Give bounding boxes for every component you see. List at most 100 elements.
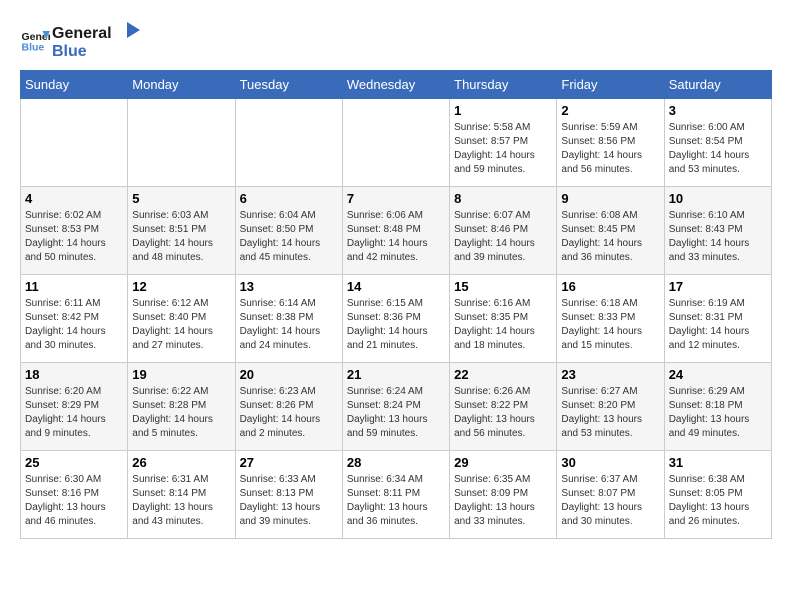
day-number: 21 bbox=[347, 367, 445, 382]
week-row-4: 18Sunrise: 6:20 AM Sunset: 8:29 PM Dayli… bbox=[21, 363, 772, 451]
calendar-cell: 7 Sunrise: 6:06 AM Sunset: 8:48 PM Daylig… bbox=[342, 187, 449, 275]
svg-text:Blue: Blue bbox=[52, 43, 87, 60]
calendar-cell: 28Sunrise: 6:34 AM Sunset: 8:11 PM Dayli… bbox=[342, 451, 449, 539]
day-number: 7 bbox=[347, 191, 445, 206]
day-info: Sunrise: 6:00 AM Sunset: 8:54 PM Dayligh… bbox=[669, 121, 767, 177]
day-number: 29 bbox=[454, 455, 552, 470]
calendar-cell: 31Sunrise: 6:38 AM Sunset: 8:05 PM Dayli… bbox=[664, 451, 771, 539]
day-number: 15 bbox=[454, 279, 552, 294]
day-number: 5 bbox=[132, 191, 230, 206]
calendar-cell: 19 Sunrise: 6:22 AM Sunset: 8:28 PM Dayli… bbox=[128, 363, 235, 451]
calendar-cell: 16 Sunrise: 6:18 AM Sunset: 8:33 PM Dayli… bbox=[557, 275, 664, 363]
weekday-header-monday: Monday bbox=[128, 71, 235, 99]
day-info: Sunrise: 6:31 AM Sunset: 8:14 PM Dayligh… bbox=[132, 473, 230, 529]
day-number: 12 bbox=[132, 279, 230, 294]
calendar-cell: 14 Sunrise: 6:15 AM Sunset: 8:36 PM Dayli… bbox=[342, 275, 449, 363]
day-info: Sunrise: 6:33 AM Sunset: 8:13 PM Dayligh… bbox=[240, 473, 338, 529]
weekday-header-saturday: Saturday bbox=[664, 71, 771, 99]
calendar-cell: 29 Sunrise: 6:35 AM Sunset: 8:09 PM Dayli… bbox=[450, 451, 557, 539]
day-info: Sunrise: 6:23 AM Sunset: 8:26 PM Dayligh… bbox=[240, 385, 338, 441]
day-number: 20 bbox=[240, 367, 338, 382]
day-number: 6 bbox=[240, 191, 338, 206]
calendar-cell: 20 Sunrise: 6:23 AM Sunset: 8:26 PM Dayli… bbox=[235, 363, 342, 451]
day-info: Sunrise: 6:03 AM Sunset: 8:51 PM Dayligh… bbox=[132, 209, 230, 265]
day-info: Sunrise: 6:30 AM Sunset: 8:16 PM Dayligh… bbox=[25, 473, 123, 529]
day-info: Sunrise: 6:18 AM Sunset: 8:33 PM Dayligh… bbox=[561, 297, 659, 353]
calendar-cell: 1Sunrise: 5:58 AM Sunset: 8:57 PM Daylig… bbox=[450, 99, 557, 187]
day-number: 19 bbox=[132, 367, 230, 382]
calendar-cell: 18Sunrise: 6:20 AM Sunset: 8:29 PM Dayli… bbox=[21, 363, 128, 451]
calendar-cell: 12Sunrise: 6:12 AM Sunset: 8:40 PM Dayli… bbox=[128, 275, 235, 363]
calendar-cell: 23 Sunrise: 6:27 AM Sunset: 8:20 PM Dayli… bbox=[557, 363, 664, 451]
week-row-1: 1Sunrise: 5:58 AM Sunset: 8:57 PM Daylig… bbox=[21, 99, 772, 187]
weekday-header-friday: Friday bbox=[557, 71, 664, 99]
day-info: Sunrise: 6:02 AM Sunset: 8:53 PM Dayligh… bbox=[25, 209, 123, 265]
weekday-header-thursday: Thursday bbox=[450, 71, 557, 99]
week-row-2: 4Sunrise: 6:02 AM Sunset: 8:53 PM Daylig… bbox=[21, 187, 772, 275]
day-number: 23 bbox=[561, 367, 659, 382]
week-row-3: 11Sunrise: 6:11 AM Sunset: 8:42 PM Dayli… bbox=[21, 275, 772, 363]
day-number: 25 bbox=[25, 455, 123, 470]
calendar-table: SundayMondayTuesdayWednesdayThursdayFrid… bbox=[20, 70, 772, 539]
day-number: 18 bbox=[25, 367, 123, 382]
day-info: Sunrise: 6:22 AM Sunset: 8:28 PM Dayligh… bbox=[132, 385, 230, 441]
logo-icon: General Blue bbox=[20, 25, 50, 55]
day-number: 11 bbox=[25, 279, 123, 294]
calendar-cell bbox=[21, 99, 128, 187]
calendar-cell: 30Sunrise: 6:37 AM Sunset: 8:07 PM Dayli… bbox=[557, 451, 664, 539]
day-info: Sunrise: 6:14 AM Sunset: 8:38 PM Dayligh… bbox=[240, 297, 338, 353]
day-number: 3 bbox=[669, 103, 767, 118]
logo: General Blue General Blue bbox=[20, 20, 142, 60]
day-number: 22 bbox=[454, 367, 552, 382]
day-info: Sunrise: 6:07 AM Sunset: 8:46 PM Dayligh… bbox=[454, 209, 552, 265]
weekday-header-wednesday: Wednesday bbox=[342, 71, 449, 99]
weekday-header-tuesday: Tuesday bbox=[235, 71, 342, 99]
calendar-cell: 24 Sunrise: 6:29 AM Sunset: 8:18 PM Dayli… bbox=[664, 363, 771, 451]
day-number: 8 bbox=[454, 191, 552, 206]
day-info: Sunrise: 6:37 AM Sunset: 8:07 PM Dayligh… bbox=[561, 473, 659, 529]
weekday-header-row: SundayMondayTuesdayWednesdayThursdayFrid… bbox=[21, 71, 772, 99]
day-number: 17 bbox=[669, 279, 767, 294]
svg-text:Blue: Blue bbox=[22, 42, 45, 54]
day-number: 26 bbox=[132, 455, 230, 470]
day-number: 28 bbox=[347, 455, 445, 470]
day-info: Sunrise: 6:29 AM Sunset: 8:18 PM Dayligh… bbox=[669, 385, 767, 441]
day-info: Sunrise: 6:10 AM Sunset: 8:43 PM Dayligh… bbox=[669, 209, 767, 265]
calendar-cell: 2 Sunrise: 5:59 AM Sunset: 8:56 PM Daylig… bbox=[557, 99, 664, 187]
day-info: Sunrise: 6:26 AM Sunset: 8:22 PM Dayligh… bbox=[454, 385, 552, 441]
calendar-cell: 21 Sunrise: 6:24 AM Sunset: 8:24 PM Dayli… bbox=[342, 363, 449, 451]
day-info: Sunrise: 6:35 AM Sunset: 8:09 PM Dayligh… bbox=[454, 473, 552, 529]
calendar-cell: 9Sunrise: 6:08 AM Sunset: 8:45 PM Daylig… bbox=[557, 187, 664, 275]
calendar-cell: 26 Sunrise: 6:31 AM Sunset: 8:14 PM Dayli… bbox=[128, 451, 235, 539]
day-number: 24 bbox=[669, 367, 767, 382]
svg-text:General: General bbox=[52, 25, 112, 42]
page-header: General Blue General Blue bbox=[20, 20, 772, 60]
calendar-cell: 8 Sunrise: 6:07 AM Sunset: 8:46 PM Daylig… bbox=[450, 187, 557, 275]
calendar-cell: 3 Sunrise: 6:00 AM Sunset: 8:54 PM Daylig… bbox=[664, 99, 771, 187]
day-info: Sunrise: 6:08 AM Sunset: 8:45 PM Dayligh… bbox=[561, 209, 659, 265]
day-info: Sunrise: 6:27 AM Sunset: 8:20 PM Dayligh… bbox=[561, 385, 659, 441]
week-row-5: 25 Sunrise: 6:30 AM Sunset: 8:16 PM Dayli… bbox=[21, 451, 772, 539]
day-info: Sunrise: 6:06 AM Sunset: 8:48 PM Dayligh… bbox=[347, 209, 445, 265]
calendar-cell bbox=[235, 99, 342, 187]
day-info: Sunrise: 6:04 AM Sunset: 8:50 PM Dayligh… bbox=[240, 209, 338, 265]
weekday-header-sunday: Sunday bbox=[21, 71, 128, 99]
calendar-cell: 22 Sunrise: 6:26 AM Sunset: 8:22 PM Dayli… bbox=[450, 363, 557, 451]
calendar-cell: 15 Sunrise: 6:16 AM Sunset: 8:35 PM Dayli… bbox=[450, 275, 557, 363]
day-number: 1 bbox=[454, 103, 552, 118]
calendar-cell: 6 Sunrise: 6:04 AM Sunset: 8:50 PM Daylig… bbox=[235, 187, 342, 275]
day-info: Sunrise: 6:16 AM Sunset: 8:35 PM Dayligh… bbox=[454, 297, 552, 353]
day-info: Sunrise: 6:15 AM Sunset: 8:36 PM Dayligh… bbox=[347, 297, 445, 353]
day-number: 2 bbox=[561, 103, 659, 118]
day-info: Sunrise: 6:24 AM Sunset: 8:24 PM Dayligh… bbox=[347, 385, 445, 441]
calendar-cell: 25 Sunrise: 6:30 AM Sunset: 8:16 PM Dayli… bbox=[21, 451, 128, 539]
day-number: 14 bbox=[347, 279, 445, 294]
calendar-cell: 10 Sunrise: 6:10 AM Sunset: 8:43 PM Dayli… bbox=[664, 187, 771, 275]
day-info: Sunrise: 6:38 AM Sunset: 8:05 PM Dayligh… bbox=[669, 473, 767, 529]
day-number: 10 bbox=[669, 191, 767, 206]
calendar-cell: 5 Sunrise: 6:03 AM Sunset: 8:51 PM Daylig… bbox=[128, 187, 235, 275]
calendar-cell: 13 Sunrise: 6:14 AM Sunset: 8:38 PM Dayli… bbox=[235, 275, 342, 363]
day-number: 13 bbox=[240, 279, 338, 294]
day-number: 16 bbox=[561, 279, 659, 294]
day-info: Sunrise: 5:59 AM Sunset: 8:56 PM Dayligh… bbox=[561, 121, 659, 177]
